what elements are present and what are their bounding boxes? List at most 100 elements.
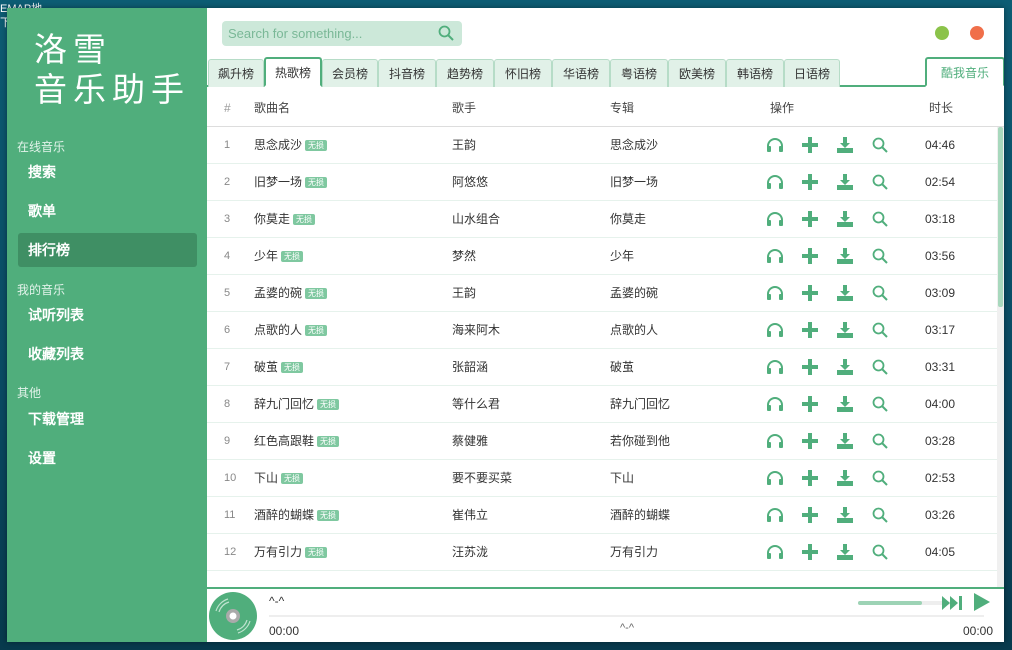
col-singer: 歌手: [452, 101, 477, 115]
add-icon[interactable]: [802, 433, 818, 452]
add-icon[interactable]: [802, 470, 818, 489]
listen-icon[interactable]: [766, 507, 784, 526]
tab-chart[interactable]: 抖音榜: [378, 59, 436, 87]
tab-source-kuwo[interactable]: 酷我音乐: [925, 57, 1004, 87]
table-row[interactable]: 10 下山 无损 要不要买菜 下山 02:53: [207, 460, 997, 497]
total-time: 00:00: [963, 624, 994, 638]
listen-icon[interactable]: [766, 544, 784, 563]
search-song-icon[interactable]: [872, 137, 888, 156]
download-icon[interactable]: [836, 470, 854, 489]
search-song-icon[interactable]: [872, 359, 888, 378]
listen-icon[interactable]: [766, 211, 784, 230]
download-icon[interactable]: [836, 285, 854, 304]
search-input[interactable]: Search for something...: [222, 21, 462, 46]
sidebar-item-playlists[interactable]: 歌单: [18, 194, 197, 228]
listen-icon[interactable]: [766, 322, 784, 341]
add-icon[interactable]: [802, 322, 818, 341]
table-row[interactable]: 11 酒醉的蝴蝶 无损 崔伟立 酒醉的蝴蝶 03:26: [207, 497, 997, 534]
lossless-badge: 无损: [305, 140, 328, 152]
table-row[interactable]: 3 你莫走 无损 山水组合 你莫走 03:18: [207, 201, 997, 238]
search-song-icon[interactable]: [872, 544, 888, 563]
sidebar-item-charts[interactable]: 排行榜: [18, 233, 197, 267]
table-row[interactable]: 12 万有引力 无损 汪苏泷 万有引力 04:05: [207, 534, 997, 571]
duration: 03:18: [925, 212, 956, 226]
listen-icon[interactable]: [766, 285, 784, 304]
tab-chart[interactable]: 会员榜: [322, 59, 378, 87]
song-name: 万有引力 无损: [254, 534, 328, 571]
sidebar-item-settings[interactable]: 设置: [18, 441, 197, 475]
duration: 03:26: [925, 508, 956, 522]
download-icon[interactable]: [836, 322, 854, 341]
add-icon[interactable]: [802, 285, 818, 304]
tab-chart[interactable]: 欧美榜: [668, 59, 726, 87]
table-row[interactable]: 4 少年 无损 梦然 少年 03:56: [207, 238, 997, 275]
next-track-icon[interactable]: [942, 595, 964, 611]
add-icon[interactable]: [802, 248, 818, 267]
table-row[interactable]: 2 旧梦一场 无损 阿悠悠 旧梦一场 02:54: [207, 164, 997, 201]
table-row[interactable]: 7 破茧 无损 张韶涵 破茧 03:31: [207, 349, 997, 386]
add-icon[interactable]: [802, 174, 818, 193]
listen-icon[interactable]: [766, 248, 784, 267]
add-icon[interactable]: [802, 544, 818, 563]
add-icon[interactable]: [802, 137, 818, 156]
table-row[interactable]: 8 辞九门回忆 无损 等什么君 辞九门回忆 04:00: [207, 386, 997, 423]
tab-chart[interactable]: 怀旧榜: [494, 59, 552, 87]
table-row[interactable]: 1 思念成沙 无损 王韵 思念成沙 04:46: [207, 127, 997, 164]
scrollbar[interactable]: [997, 127, 1004, 588]
download-icon[interactable]: [836, 396, 854, 415]
volume-slider[interactable]: [858, 601, 950, 605]
add-icon[interactable]: [802, 211, 818, 230]
listen-icon[interactable]: [766, 174, 784, 193]
minimize-button[interactable]: [935, 26, 949, 40]
tab-chart[interactable]: 趋势榜: [436, 59, 494, 87]
close-button[interactable]: [970, 26, 984, 40]
search-song-icon[interactable]: [872, 396, 888, 415]
tab-chart[interactable]: 热歌榜: [264, 57, 322, 87]
search-song-icon[interactable]: [872, 211, 888, 230]
add-icon[interactable]: [802, 359, 818, 378]
search-song-icon[interactable]: [872, 285, 888, 304]
search-song-icon[interactable]: [872, 507, 888, 526]
lossless-badge: 无损: [305, 288, 328, 300]
download-icon[interactable]: [836, 248, 854, 267]
scrollbar-thumb[interactable]: [998, 127, 1003, 307]
download-icon[interactable]: [836, 544, 854, 563]
sidebar-item-trial-list[interactable]: 试听列表: [18, 298, 197, 332]
tab-chart[interactable]: 韩语榜: [726, 59, 784, 87]
song-name-text: 你莫走: [254, 212, 291, 226]
listen-icon[interactable]: [766, 470, 784, 489]
search-song-icon[interactable]: [872, 248, 888, 267]
search-icon[interactable]: [438, 25, 454, 44]
tab-chart[interactable]: 飙升榜: [208, 59, 264, 87]
add-icon[interactable]: [802, 507, 818, 526]
download-icon[interactable]: [836, 211, 854, 230]
play-icon[interactable]: [973, 592, 991, 612]
download-icon[interactable]: [836, 507, 854, 526]
download-icon[interactable]: [836, 359, 854, 378]
download-icon[interactable]: [836, 137, 854, 156]
listen-icon[interactable]: [766, 433, 784, 452]
tab-chart[interactable]: 日语榜: [784, 59, 840, 87]
listen-icon[interactable]: [766, 396, 784, 415]
table-row[interactable]: 5 孟婆的碗 无损 王韵 孟婆的碗 03:09: [207, 275, 997, 312]
song-name-text: 辞九门回忆: [254, 397, 315, 411]
search-song-icon[interactable]: [872, 433, 888, 452]
search-song-icon[interactable]: [872, 174, 888, 193]
listen-icon[interactable]: [766, 359, 784, 378]
lossless-badge: 无损: [281, 473, 304, 485]
tab-chart[interactable]: 华语榜: [552, 59, 610, 87]
progress-bar[interactable]: [269, 615, 984, 617]
table-row[interactable]: 6 点歌的人 无损 海来阿木 点歌的人 03:17: [207, 312, 997, 349]
table-row[interactable]: 9 红色高跟鞋 无损 蔡健雅 若你碰到他 03:28: [207, 423, 997, 460]
sidebar-item-search[interactable]: 搜索: [18, 155, 197, 189]
download-icon[interactable]: [836, 433, 854, 452]
duration: 03:31: [925, 360, 956, 374]
listen-icon[interactable]: [766, 137, 784, 156]
sidebar-item-downloads[interactable]: 下载管理: [18, 402, 197, 436]
search-song-icon[interactable]: [872, 470, 888, 489]
tab-chart[interactable]: 粤语榜: [610, 59, 668, 87]
search-song-icon[interactable]: [872, 322, 888, 341]
sidebar-item-favorites[interactable]: 收藏列表: [18, 337, 197, 371]
download-icon[interactable]: [836, 174, 854, 193]
add-icon[interactable]: [802, 396, 818, 415]
